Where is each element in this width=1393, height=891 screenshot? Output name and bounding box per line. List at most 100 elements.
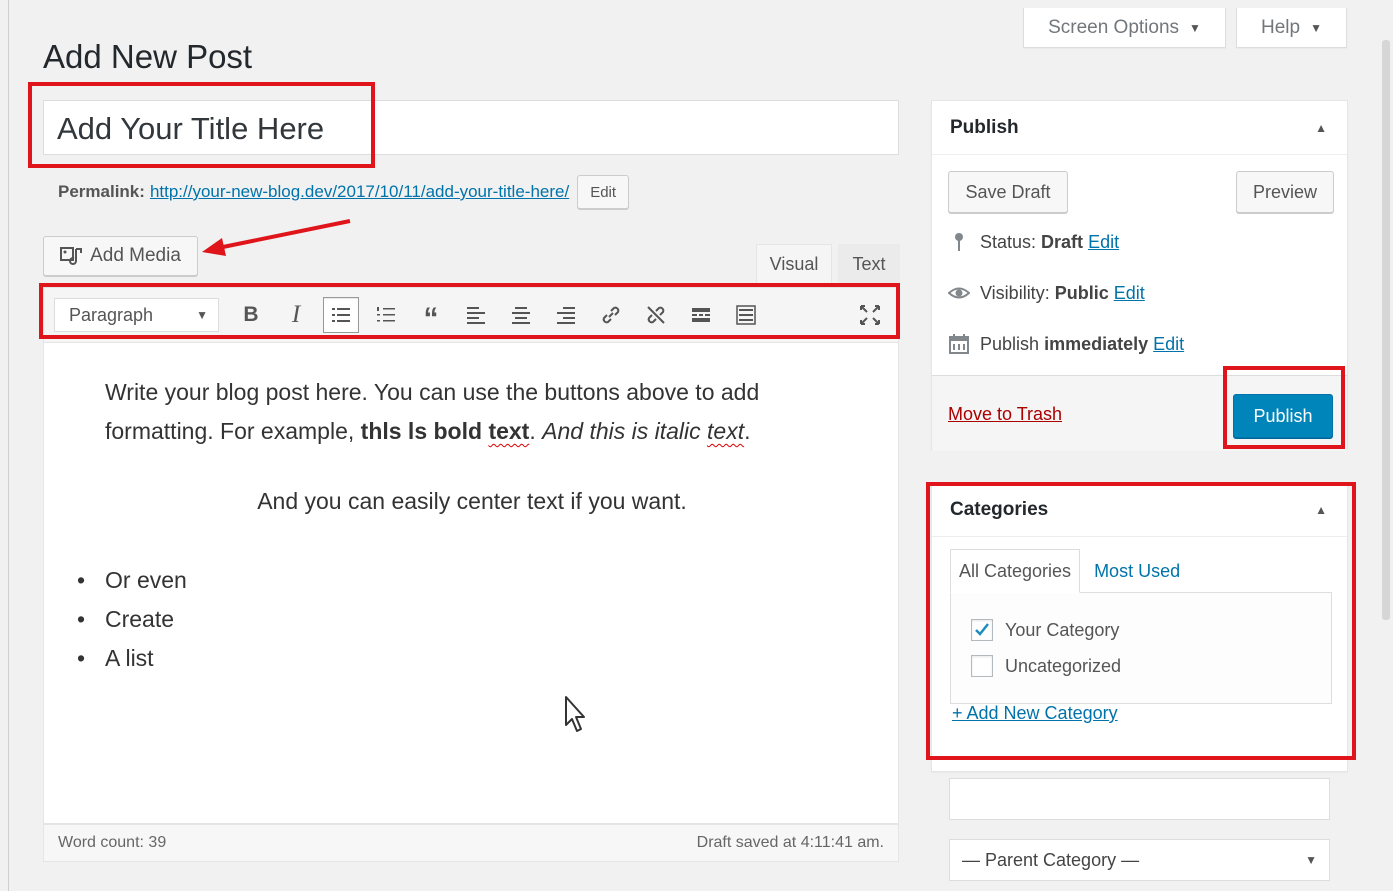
pin-icon — [955, 233, 963, 251]
fullscreen-icon — [860, 305, 880, 325]
publish-time-value: immediately — [1044, 333, 1149, 354]
bullet-list-button[interactable] — [323, 297, 359, 333]
publish-actions: Move to Trash Publish — [932, 375, 1347, 451]
save-draft-button[interactable]: Save Draft — [948, 171, 1068, 213]
category-item[interactable]: Your Category — [971, 619, 1119, 641]
read-more-button[interactable] — [683, 297, 719, 333]
visibility-row: Visibility: Public Edit — [948, 282, 1145, 304]
publish-time-row: Publish immediately Edit — [948, 333, 1184, 355]
italic-button[interactable]: I — [278, 297, 314, 333]
toolbar-toggle-button[interactable] — [728, 297, 764, 333]
status-edit-link[interactable]: Edit — [1088, 232, 1119, 252]
category-label: Your Category — [1005, 619, 1120, 640]
list-item: Or even — [77, 561, 187, 600]
tab-most-used[interactable]: Most Used — [1080, 549, 1188, 593]
calendar-icon — [949, 334, 969, 354]
bullet-list-icon — [332, 308, 350, 322]
align-right-icon — [557, 307, 575, 324]
paragraph-text: . — [744, 418, 751, 444]
visibility-label: Visibility: — [980, 282, 1050, 303]
bold-text: thls ls bold text — [361, 418, 530, 444]
new-category-input[interactable] — [949, 778, 1330, 820]
cursor-icon — [565, 696, 585, 732]
paragraph-text: . — [529, 418, 543, 444]
category-tabs: All Categories Most Used — [950, 549, 1188, 593]
list-item: Create — [77, 600, 187, 639]
read-more-icon — [692, 308, 710, 322]
numbered-list-icon — [377, 307, 395, 322]
publish-time-edit-link[interactable]: Edit — [1153, 334, 1184, 354]
screen-options-button[interactable]: Screen Options ▼ — [1023, 8, 1226, 48]
categories-box-header[interactable]: Categories ▲ — [932, 483, 1347, 537]
post-title-input[interactable]: Add Your Title Here — [43, 100, 899, 155]
add-new-category-link[interactable]: + Add New Category — [952, 703, 1118, 724]
preview-button[interactable]: Preview — [1236, 171, 1334, 213]
editor-toolbar: Paragraph ▼ B I “ — [43, 287, 899, 343]
move-to-trash-link[interactable]: Move to Trash — [948, 404, 1062, 425]
align-left-icon — [467, 307, 485, 324]
tab-visual[interactable]: Visual — [756, 244, 832, 284]
visibility-text: Visibility: Public Edit — [980, 283, 1145, 304]
permalink-edit-button[interactable]: Edit — [577, 175, 630, 209]
status-value: Draft — [1041, 231, 1084, 252]
fullscreen-button[interactable] — [852, 297, 888, 333]
publish-time-text: Publish immediately Edit — [980, 334, 1184, 355]
add-media-button[interactable]: Add Media — [43, 236, 198, 276]
status-label: Status: — [980, 231, 1037, 252]
status-row: Status: Draft Edit — [948, 231, 1119, 253]
collapse-arrow-icon[interactable]: ▲ — [1315, 121, 1327, 135]
page-left-border — [8, 0, 9, 891]
paragraph-line-2: formatting. For example, thls ls bold te… — [105, 412, 845, 451]
permalink-link[interactable]: http://your-new-blog.dev/2017/10/11/add-… — [150, 182, 569, 202]
collapse-arrow-icon[interactable]: ▲ — [1315, 503, 1327, 517]
publish-button[interactable]: Publish — [1233, 394, 1333, 438]
help-button[interactable]: Help ▼ — [1236, 8, 1347, 48]
bold-text-part: thls ls bold — [360, 418, 489, 444]
category-item[interactable]: Uncategorized — [971, 655, 1121, 677]
visibility-edit-link[interactable]: Edit — [1114, 283, 1145, 303]
align-center-button[interactable] — [503, 297, 539, 333]
tab-text[interactable]: Text — [838, 244, 900, 284]
publish-box-header[interactable]: Publish ▲ — [932, 101, 1347, 155]
editor-content-area[interactable]: Write your blog post here. You can use t… — [43, 343, 899, 824]
publish-box-title: Publish — [950, 116, 1019, 138]
parent-category-value: — Parent Category — — [962, 849, 1140, 870]
visibility-value: Public — [1054, 282, 1109, 303]
bold-text-misspelled: text — [488, 418, 530, 444]
bold-button[interactable]: B — [233, 297, 269, 333]
tab-all-categories[interactable]: All Categories — [950, 549, 1081, 593]
numbered-list-button[interactable] — [368, 297, 404, 333]
blockquote-icon: “ — [423, 302, 439, 335]
parent-category-select[interactable]: — Parent Category — ▼ — [949, 839, 1330, 881]
page-title: Add New Post — [43, 38, 253, 75]
centered-paragraph: And you can easily center text if you wa… — [257, 488, 687, 514]
list-item: A list — [77, 639, 187, 678]
align-center-icon — [512, 307, 530, 324]
annotation-arrow — [202, 219, 351, 256]
unlink-icon — [647, 306, 665, 324]
bullet-list: Or even Create A list — [77, 561, 187, 678]
unlink-button[interactable] — [638, 297, 674, 333]
link-button[interactable] — [593, 297, 629, 333]
add-media-label: Add Media — [90, 245, 181, 266]
eye-icon — [948, 287, 970, 299]
align-right-button[interactable] — [548, 297, 584, 333]
italic-text-part: And this is italic — [542, 418, 708, 444]
italic-icon: I — [291, 301, 301, 328]
permalink-label: Permalink: — [58, 182, 145, 201]
help-label: Help — [1261, 16, 1301, 38]
caret-down-icon: ▼ — [1189, 20, 1201, 35]
format-select[interactable]: Paragraph ▼ — [54, 298, 219, 332]
blockquote-button[interactable]: “ — [413, 297, 449, 335]
category-checkbox[interactable] — [971, 655, 993, 677]
status-text: Status: Draft Edit — [980, 232, 1119, 253]
italic-text-misspelled: text — [707, 418, 745, 444]
checkmark-icon — [975, 623, 989, 636]
category-checkbox[interactable] — [971, 619, 993, 641]
screen-options-label: Screen Options — [1048, 16, 1180, 38]
align-left-button[interactable] — [458, 297, 494, 333]
caret-down-icon: ▼ — [196, 308, 208, 322]
publish-time-label: Publish — [980, 333, 1040, 354]
categories-box: Categories ▲ All Categories Most Used Yo… — [931, 482, 1348, 772]
vertical-scrollbar[interactable] — [1382, 40, 1390, 620]
